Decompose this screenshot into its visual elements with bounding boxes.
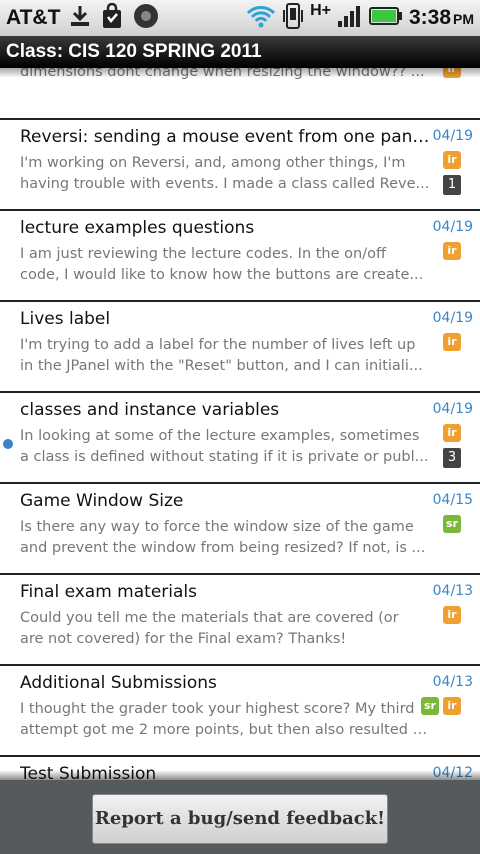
post-subject: Test Submission	[20, 764, 157, 780]
footer-bar: Report a bug/send feedback!	[0, 780, 480, 854]
post-list[interactable]: How can we fix the size of the center la…	[0, 68, 480, 780]
post-badges: ir	[443, 424, 461, 442]
post-subject: Final exam materials	[20, 582, 197, 602]
reply-count-badge: 1	[443, 175, 461, 195]
battery-icon	[368, 6, 403, 30]
post-row[interactable]: lecture examples questions I am just revi…	[0, 212, 480, 302]
reply-count-badge: 3	[443, 448, 461, 468]
post-preview-line: having trouble with events. I made a cla…	[20, 176, 430, 192]
post-date: 04/19	[432, 128, 473, 144]
post-preview-line: dimensions dont change when resizing the…	[20, 68, 425, 80]
post-preview-line: in the JPanel with the "Reset" button, a…	[20, 358, 423, 374]
post-subject: Reversi: sending a mouse event from one …	[20, 127, 430, 147]
post-badges: ir	[443, 333, 461, 351]
report-bug-button[interactable]: Report a bug/send feedback!	[92, 794, 388, 844]
clock: 3:38 PM	[409, 6, 474, 30]
post-row[interactable]: Reversi: sending a mouse event from one …	[0, 121, 480, 211]
sr-badge-icon: sr	[421, 697, 439, 715]
post-subject: Lives label	[20, 309, 111, 329]
ir-badge-icon: ir	[443, 151, 461, 169]
post-badges: ir	[443, 68, 461, 78]
ir-badge-icon: ir	[443, 333, 461, 351]
post-preview: I am just reviewing the lecture codes. I…	[20, 244, 430, 286]
post-row[interactable]: Lives label I'm trying to add a label for…	[0, 303, 480, 393]
post-badges: ir	[443, 606, 461, 624]
wifi-icon	[246, 3, 276, 33]
post-date: 04/19	[432, 401, 473, 417]
carrier-label: AT&T	[6, 6, 61, 29]
post-subject: lecture examples questions	[20, 218, 255, 238]
sr-badge-icon: sr	[443, 515, 461, 533]
post-preview-line: I'm working on Reversi, and, among other…	[20, 155, 406, 171]
post-preview-line: are not covered) for the Final exam? Tha…	[20, 631, 347, 647]
post-subject: classes and instance variables	[20, 400, 280, 420]
post-preview-line: I'm trying to add a label for the number…	[20, 337, 416, 353]
post-date: 04/13	[432, 674, 473, 690]
unread-dot-icon	[3, 439, 13, 449]
ir-badge-icon: ir	[443, 697, 461, 715]
post-preview: In looking at some of the lecture exampl…	[20, 426, 430, 468]
post-subject: Game Window Size	[20, 491, 184, 511]
post-preview: Could you tell me the materials that are…	[20, 608, 430, 650]
post-row[interactable]: Game Window Size Is there any way to forc…	[0, 485, 480, 575]
post-preview-line: In looking at some of the lecture exampl…	[20, 428, 420, 444]
post-date: 04/19	[432, 310, 473, 326]
ir-badge-icon: ir	[443, 68, 461, 78]
post-preview: I thought the grader took your highest s…	[20, 699, 430, 741]
post-preview-line: I thought the grader took your highest s…	[20, 701, 415, 717]
post-badges: sr ir	[421, 697, 461, 715]
post-badges: ir	[443, 242, 461, 260]
post-row[interactable]: Additional Submissions I thought the grad…	[0, 667, 480, 757]
post-row[interactable]: Final exam materials Could you tell me th…	[0, 576, 480, 666]
post-date: 04/13	[432, 583, 473, 599]
post-preview: I'm working on Reversi, and, among other…	[20, 153, 430, 195]
ir-badge-icon: ir	[443, 606, 461, 624]
network-type-label: H+	[310, 2, 331, 19]
post-preview-line: Could you tell me the materials that are…	[20, 610, 399, 626]
post-row[interactable]: Test Submission 04/12	[0, 758, 480, 780]
shopping-bag-icon	[100, 2, 124, 33]
post-subject: Additional Submissions	[20, 673, 217, 693]
post-preview-line: I am just reviewing the lecture codes. I…	[20, 246, 386, 262]
post-row[interactable]: classes and instance variables In looking…	[0, 394, 480, 484]
post-preview: dimensions dont change when resizing the…	[20, 68, 430, 83]
post-row[interactable]: How can we fix the size of the center la…	[0, 68, 480, 120]
clock-time: 3:38	[408, 6, 451, 29]
ir-badge-icon: ir	[443, 242, 461, 260]
post-preview-line: attempt got me 2 more points, but then a…	[20, 722, 430, 738]
page-title: Class: CIS 120 SPRING 2011	[0, 36, 480, 68]
post-date: 04/15	[432, 492, 473, 508]
post-badges: sr	[443, 515, 461, 533]
status-bar: AT&T H+ 3:38 PM	[0, 0, 480, 36]
ir-badge-icon: ir	[443, 424, 461, 442]
download-icon	[68, 4, 92, 32]
clock-ampm: PM	[453, 11, 474, 27]
post-preview-line: Is there any way to force the window siz…	[20, 519, 414, 535]
record-icon	[132, 2, 160, 34]
post-preview: Is there any way to force the window siz…	[20, 517, 430, 559]
post-preview-line: and prevent the window from being resize…	[20, 540, 426, 556]
post-date: 04/12	[432, 765, 473, 780]
post-date: 04/19	[432, 219, 473, 235]
phone-vibrate-icon	[282, 2, 304, 34]
post-preview-line: a class is defined without stating if it…	[20, 449, 429, 465]
signal-icon	[337, 4, 363, 32]
post-preview: I'm trying to add a label for the number…	[20, 335, 430, 377]
post-badges: ir	[443, 151, 461, 169]
post-preview-line: code, I would like to know how the butto…	[20, 267, 424, 283]
